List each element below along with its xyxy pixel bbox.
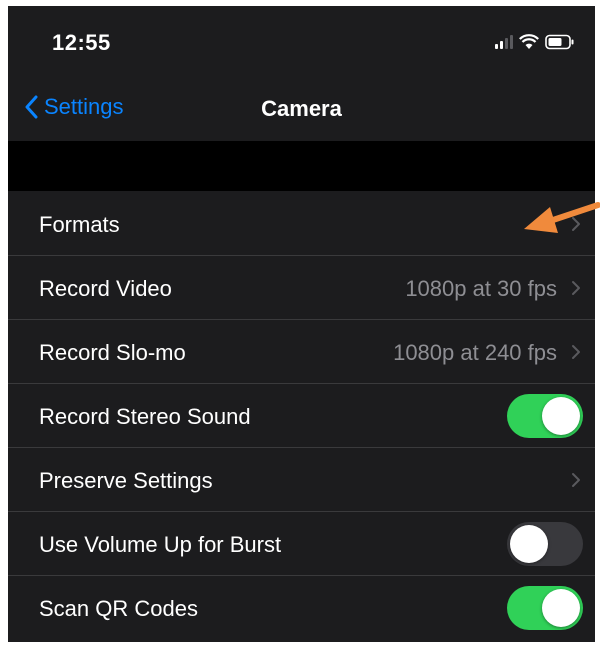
row-label: Formats	[39, 212, 120, 237]
page-title: Camera	[261, 96, 342, 121]
row-record-video[interactable]: Record Video 1080p at 30 fps	[8, 256, 595, 320]
stereo-sound-toggle[interactable]	[507, 394, 583, 438]
row-value: 1080p at 30 fps	[405, 276, 557, 301]
navigation-bar: Settings Camera	[8, 78, 595, 138]
status-time: 12:55	[52, 30, 111, 55]
orange-arrow-annotation	[524, 202, 600, 233]
scan-qr-toggle[interactable]	[507, 586, 583, 630]
row-label: Record Stereo Sound	[39, 404, 251, 429]
row-label: Preserve Settings	[39, 468, 213, 493]
chevron-right-icon	[572, 281, 580, 295]
wifi-icon	[519, 34, 539, 49]
row-label: Scan QR Codes	[39, 596, 198, 621]
row-value: 1080p at 240 fps	[393, 340, 557, 365]
cellular-signal-icon	[495, 35, 513, 49]
status-bar: 12:55	[8, 6, 595, 78]
toggle-knob	[542, 589, 580, 627]
volume-burst-toggle[interactable]	[507, 522, 583, 566]
chevron-right-icon	[572, 345, 580, 359]
status-icons	[495, 34, 575, 50]
row-preserve-settings[interactable]: Preserve Settings	[8, 448, 595, 512]
row-scan-qr-codes: Scan QR Codes	[8, 576, 595, 640]
row-formats[interactable]: Formats	[8, 192, 595, 256]
chevron-right-icon	[572, 473, 580, 487]
row-record-stereo-sound: Record Stereo Sound	[8, 384, 595, 448]
phone-screen: 12:55 Settings Camera Formats Record Vid…	[8, 6, 595, 642]
section-separator	[8, 141, 595, 191]
row-volume-up-burst: Use Volume Up for Burst	[8, 512, 595, 576]
row-label: Record Slo-mo	[39, 340, 186, 365]
toggle-knob	[542, 397, 580, 435]
row-label: Use Volume Up for Burst	[39, 532, 282, 557]
row-record-slo-mo[interactable]: Record Slo-mo 1080p at 240 fps	[8, 320, 595, 384]
battery-icon	[545, 34, 574, 50]
toggle-knob	[510, 525, 548, 563]
settings-list: Formats Record Video 1080p at 30 fps Rec…	[8, 192, 595, 640]
row-label: Record Video	[39, 276, 172, 301]
